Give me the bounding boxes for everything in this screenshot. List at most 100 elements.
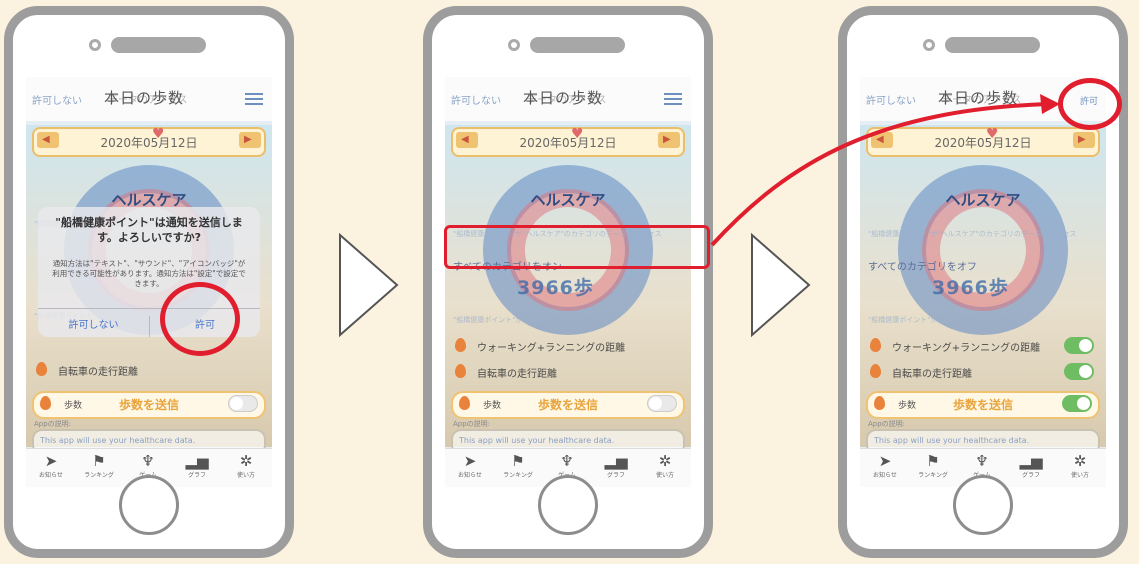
home-button[interactable] <box>538 475 598 535</box>
walk-toggle[interactable] <box>1064 337 1094 354</box>
send-steps-row: 歩数 歩数を送信 <box>32 391 266 419</box>
nav-howto[interactable]: ✲ 使い方 <box>1057 452 1103 479</box>
deny-link[interactable]: 許可しない <box>451 92 501 107</box>
flame-icon <box>870 338 881 352</box>
nav-news[interactable]: ➤ お知らせ <box>28 452 74 479</box>
speaker-bar <box>530 37 625 53</box>
top-bar: 許可しない データのアクセス 本日の歩数 <box>26 77 272 121</box>
date-label: 2020年05月12日 <box>934 136 1032 150</box>
date-selector: ◀ 2020年05月12日 ▶ ♥ <box>32 126 266 157</box>
send-steps-row: 歩数 歩数を送信 <box>866 391 1100 419</box>
date-label: 2020年05月12日 <box>519 136 617 150</box>
page-title: 本日の歩数 <box>104 89 185 107</box>
write-text: "船橋健康ポイント"がデータの読み出しを許可 <box>868 316 1015 324</box>
next-date-button[interactable]: ▶ <box>239 132 261 148</box>
purpose-text: This app will use your healthcare data. <box>40 436 196 445</box>
bike-toggle[interactable] <box>1064 363 1094 380</box>
app-purpose-label: Appの説明: <box>453 420 491 428</box>
date-selector: ◀ 2020年05月12日 ▶ ♥ <box>866 126 1100 157</box>
nav-label: グラフ <box>187 472 206 479</box>
next-date-button[interactable]: ▶ <box>1073 132 1095 148</box>
nav-label: お知らせ <box>458 472 482 479</box>
nav-ranking[interactable]: ⚑ ランキング <box>910 452 956 479</box>
healthcare-heading: ヘルスケア <box>530 191 606 209</box>
nav-label: お知らせ <box>873 472 897 479</box>
paper-plane-icon: ➤ <box>44 452 58 470</box>
page-title: 本日の歩数 <box>938 89 1019 107</box>
top-bar: 許可しない データのアクセス 本日の歩数 <box>445 77 691 121</box>
camera-dot <box>89 39 101 51</box>
deny-link[interactable]: 許可しない <box>866 92 916 107</box>
dialog-subtext: 通知方法は"テキスト"、"サウンド"、"アイコンバッジ"が利用できる可能性があり… <box>52 259 246 288</box>
list-item-bike: 自転車の走行距離 <box>866 361 1100 383</box>
home-button[interactable] <box>953 475 1013 535</box>
chevron-right-icon: ▶ <box>663 134 671 145</box>
app-screen: 許可しない データのアクセス 本日の歩数 ◀ 2020年05月12日 ▶ ♥ ヘ… <box>445 77 691 487</box>
camera-dot <box>508 39 520 51</box>
flag-icon: ⚑ <box>926 452 940 470</box>
nav-label: 使い方 <box>236 472 255 479</box>
nav-label: お知らせ <box>39 472 63 479</box>
nav-graph[interactable]: ▂▅ グラフ <box>1008 452 1054 479</box>
nav-label: 使い方 <box>1070 472 1089 479</box>
flame-icon <box>455 338 466 352</box>
paper-plane-icon: ➤ <box>463 452 477 470</box>
trophy-icon: ♆ <box>975 452 989 470</box>
consent-text: "船橋健康ポイント"が"ヘルスケア"のカテゴリのデータにアクセス <box>868 230 1077 238</box>
steps-toggle[interactable] <box>1062 395 1092 412</box>
gear-icon: ✲ <box>1073 452 1087 470</box>
flag-icon: ⚑ <box>511 452 525 470</box>
dialog-deny-button[interactable]: 許可しない <box>38 316 149 331</box>
nav-label: グラフ <box>606 472 625 479</box>
deny-link[interactable]: 許可しない <box>32 92 82 107</box>
app-purpose-label: Appの説明: <box>34 420 72 428</box>
menu-icon[interactable] <box>664 93 682 105</box>
list-item-walk: ウォーキング+ランニングの距離 <box>451 335 685 357</box>
trophy-icon: ♆ <box>141 452 155 470</box>
app-purpose-label: Appの説明: <box>868 420 906 428</box>
steps-toggle[interactable] <box>228 395 258 412</box>
all-categories-row[interactable]: すべてのカテゴリをオフ <box>866 255 1100 275</box>
paper-plane-icon: ➤ <box>878 452 892 470</box>
nav-ranking[interactable]: ⚑ ランキング <box>495 452 541 479</box>
list-item-bike: 自転車の走行距離 <box>451 361 685 383</box>
phone-step-1: 許可しない データのアクセス 本日の歩数 ◀ 2020年05月12日 ▶ ♥ ヘ… <box>4 6 294 558</box>
nav-label: グラフ <box>1021 472 1040 479</box>
gear-icon: ✲ <box>239 452 253 470</box>
heart-icon: ♥ <box>152 126 165 142</box>
nav-howto[interactable]: ✲ 使い方 <box>642 452 688 479</box>
gear-icon: ✲ <box>658 452 672 470</box>
nav-howto[interactable]: ✲ 使い方 <box>223 452 269 479</box>
steps-count: 3966歩 <box>932 277 1009 299</box>
next-step-chevron-2 <box>751 232 811 338</box>
flame-icon <box>455 364 466 378</box>
menu-icon[interactable] <box>245 93 263 105</box>
dialog-question: "船橋健康ポイント"は通知を送信します。よろしいですか? <box>55 216 243 244</box>
item-label: 自転車の走行距離 <box>58 367 138 378</box>
nav-graph[interactable]: ▂▅ グラフ <box>174 452 220 479</box>
purpose-text: This app will use your healthcare data. <box>459 436 615 445</box>
nav-news[interactable]: ➤ お知らせ <box>862 452 908 479</box>
steps-toggle[interactable] <box>647 395 677 412</box>
app-screen: 許可しない データのアクセス 本日の歩数 ◀ 2020年05月12日 ▶ ♥ ヘ… <box>26 77 272 487</box>
flag-icon: ⚑ <box>92 452 106 470</box>
nav-graph[interactable]: ▂▅ グラフ <box>593 452 639 479</box>
write-text: "船橋健康ポイント"がデータの読み出しを許可 <box>453 316 600 324</box>
highlight-allow-circle <box>160 282 240 356</box>
flame-icon <box>36 362 47 376</box>
next-date-button[interactable]: ▶ <box>658 132 680 148</box>
camera-dot <box>923 39 935 51</box>
heart-icon: ♥ <box>571 126 584 142</box>
trophy-icon: ♆ <box>560 452 574 470</box>
nav-ranking[interactable]: ⚑ ランキング <box>76 452 122 479</box>
nav-news[interactable]: ➤ お知らせ <box>447 452 493 479</box>
chevron-right-icon: ▶ <box>244 134 252 145</box>
home-button[interactable] <box>119 475 179 535</box>
nav-label: ランキング <box>918 472 948 479</box>
highlight-categories-rect <box>444 225 710 269</box>
chart-icon: ▂▅ <box>185 452 209 470</box>
item-label: ウォーキング+ランニングの距離 <box>477 343 626 354</box>
item-label: 自転車の走行距離 <box>892 369 972 380</box>
categories-label: すべてのカテゴリをオフ <box>868 262 977 273</box>
flame-icon <box>870 364 881 378</box>
